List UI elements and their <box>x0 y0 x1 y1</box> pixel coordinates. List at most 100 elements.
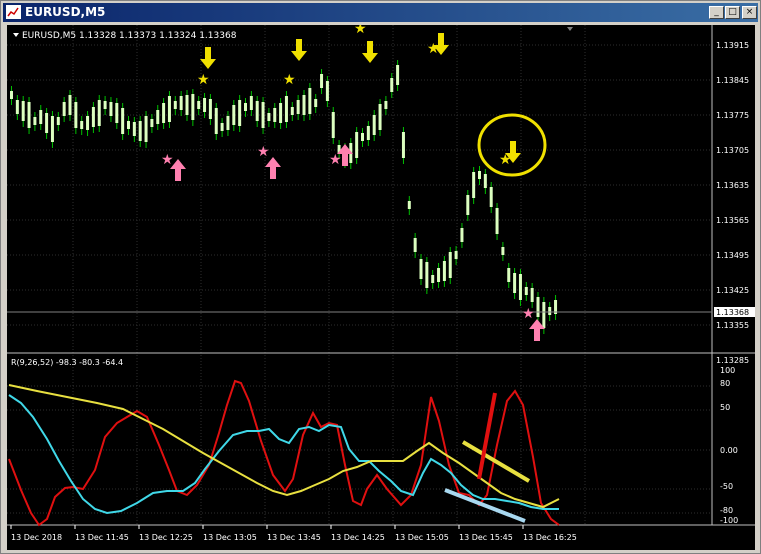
buy-arrow-icon <box>265 157 281 179</box>
candle-body <box>56 117 60 125</box>
candle-body <box>279 103 283 123</box>
time-tick-label: 13 Dec 2018 <box>11 533 62 542</box>
close-button[interactable]: × <box>742 6 757 19</box>
time-tick-label: 13 Dec 11:45 <box>75 533 129 542</box>
star-icon: ★ <box>522 306 535 322</box>
star-icon: ★ <box>161 152 174 168</box>
level-tick-label: 80 <box>720 379 730 388</box>
candle-body <box>325 81 329 101</box>
candle-body <box>115 103 119 123</box>
minimize-button[interactable]: _ <box>709 6 724 19</box>
candle-body <box>483 174 487 188</box>
time-tick-label: 13 Dec 12:25 <box>139 533 193 542</box>
price-tick-label: 1.13565 <box>716 216 749 225</box>
star-icon: ★ <box>354 25 367 37</box>
candle-body <box>244 103 247 111</box>
candle-body <box>355 132 359 158</box>
candle-body <box>232 105 236 125</box>
candle-body <box>21 101 25 121</box>
candle-body <box>507 268 511 282</box>
indicator-label: R(9,26,52) -98.3 -80.3 -64.4 <box>11 358 123 367</box>
time-tick-label: 13 Dec 15:45 <box>459 533 513 542</box>
candle-body <box>407 201 411 209</box>
level-tick-label: -50 <box>720 482 733 491</box>
candle-body <box>437 268 441 282</box>
time-tick-label: 13 Dec 14:25 <box>331 533 385 542</box>
candle-body <box>331 112 335 138</box>
candle-body <box>419 259 423 279</box>
candle-body <box>314 99 318 107</box>
candle-body <box>74 102 78 128</box>
candle-body <box>296 100 300 114</box>
candle-body <box>472 172 476 198</box>
time-tick-label: 13 Dec 13:45 <box>267 533 321 542</box>
star-icon: ★ <box>499 152 512 168</box>
chart-window-icon <box>6 5 21 19</box>
star-icon: ★ <box>197 72 210 88</box>
price-tick-label: 1.13495 <box>716 251 749 260</box>
chart-header-label: EURUSD,M5 1.13328 1.13373 1.13324 1.1336… <box>22 31 237 41</box>
chart-canvas[interactable]: EURUSD,M5 1.13328 1.13373 1.13324 1.1336… <box>7 21 755 550</box>
candle-body <box>390 78 394 92</box>
candle-body <box>425 262 429 288</box>
candle-body <box>91 107 95 127</box>
chart-menu-icon[interactable] <box>13 33 19 37</box>
candle-body <box>156 110 160 124</box>
title-bar[interactable]: EURUSD,M5 _ □ × <box>3 3 758 22</box>
candle-body <box>203 98 207 112</box>
indicator-grid <box>7 385 712 514</box>
candlestick-series <box>10 60 558 334</box>
candle-body <box>413 238 417 252</box>
candle-body <box>226 116 230 130</box>
candle-body <box>144 116 148 142</box>
candle-body <box>542 302 546 328</box>
sell-arrow-icon <box>200 47 216 69</box>
indicator-axis: 100 80 50 0.00 -50 -80-100 <box>720 366 738 525</box>
chart-window: EURUSD,M5 _ □ × EURUSD,M5 1.13328 1.1337… <box>0 0 761 554</box>
candle-body <box>162 103 166 123</box>
time-tick-label: 13 Dec 16:25 <box>523 533 577 542</box>
candle-body <box>460 228 464 242</box>
candle-body <box>220 123 224 131</box>
chart-area[interactable]: EURUSD,M5 1.13328 1.13373 1.13324 1.1336… <box>7 21 755 550</box>
sell-arrow-icon <box>291 39 307 61</box>
candle-body <box>308 88 312 114</box>
candle-body <box>513 273 517 293</box>
candle-body <box>536 297 540 317</box>
candle-body <box>267 113 271 121</box>
candle-body <box>249 96 253 110</box>
price-tick-label: 1.13635 <box>716 181 749 190</box>
maximize-button[interactable]: □ <box>725 6 740 19</box>
star-icon: ★ <box>283 72 296 88</box>
candle-body <box>401 132 405 158</box>
candle-body <box>320 74 324 88</box>
candle-body <box>442 261 446 281</box>
candle-body <box>173 101 177 109</box>
candle-body <box>466 195 470 215</box>
candle-body <box>62 102 66 116</box>
candle-body <box>478 171 481 179</box>
candle-body <box>273 108 277 122</box>
candle-body <box>384 101 388 109</box>
candle-body <box>431 275 435 283</box>
candle-body <box>15 100 19 114</box>
time-tick-label: 13 Dec 13:05 <box>203 533 257 542</box>
level-tick-label: 100 <box>720 366 735 375</box>
candle-body <box>524 287 528 295</box>
candle-body <box>121 108 125 134</box>
sell-arrow-icon <box>362 41 378 63</box>
candle-body <box>448 252 452 278</box>
level-tick-label: -80 <box>720 506 733 515</box>
candle-body <box>495 208 499 234</box>
level-tick-label: 50 <box>720 403 730 412</box>
price-tick-label: 1.13355 <box>716 321 749 330</box>
star-icon: ★ <box>329 152 342 168</box>
candle-body <box>302 95 306 115</box>
price-tick-label: 1.13425 <box>716 286 749 295</box>
candle-body <box>548 307 552 315</box>
price-tick-label: 1.13705 <box>716 146 749 155</box>
candle-body <box>290 107 294 115</box>
candle-body <box>33 117 37 125</box>
candle-body <box>179 96 183 110</box>
scroll-marker-icon[interactable] <box>567 27 573 31</box>
